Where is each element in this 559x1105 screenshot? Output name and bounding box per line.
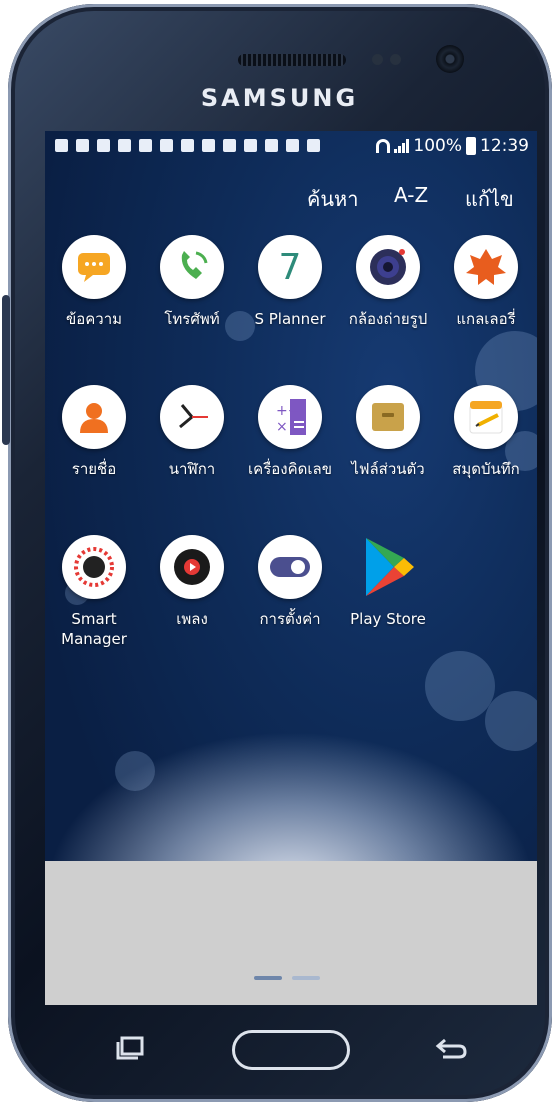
back-icon[interactable] (433, 1035, 469, 1061)
mail-icon (244, 139, 257, 152)
app-messages[interactable]: ข้อความ (45, 235, 143, 329)
app-calendar[interactable]: 7 S Planner (241, 235, 339, 329)
page-dot (292, 976, 320, 980)
app-label: S Planner (254, 310, 326, 328)
volume-button (2, 295, 10, 445)
gallery-icon (76, 139, 89, 152)
phone-icon (160, 235, 224, 299)
app-play-store[interactable]: Play Store (339, 535, 437, 629)
app-label: เพลง (176, 610, 208, 628)
app-smart-manager[interactable]: Smart Manager (45, 535, 143, 649)
music-icon (160, 535, 224, 599)
app-label: นาฬิกา (168, 460, 216, 478)
app-icon (160, 139, 173, 152)
person-icon (118, 139, 131, 152)
app-label: รายชื่อ (71, 460, 117, 478)
clock-icon (160, 385, 224, 449)
battery-percent: 100% (413, 136, 462, 156)
svg-text:×: × (276, 419, 288, 435)
app-label: เครื่องคิดเลข (248, 460, 332, 478)
app-label: Smart Manager (61, 610, 127, 648)
signal-icon (394, 139, 410, 153)
edit-button[interactable]: แก้ไข (465, 183, 514, 215)
app-phone[interactable]: โทรศัพท์ (143, 235, 241, 329)
app-settings[interactable]: การตั้งค่า (241, 535, 339, 629)
sort-az-button[interactable]: A-Z (394, 183, 428, 207)
app-label: Play Store (350, 610, 426, 628)
svg-text:+−: +− (276, 403, 299, 419)
grid-icon (223, 139, 236, 152)
battery-icon (466, 137, 476, 155)
app-icon (202, 139, 215, 152)
app-label: กล้องถ่ายรูป (348, 310, 428, 328)
camera-icon (356, 235, 420, 299)
earpiece-speaker (238, 54, 346, 66)
app-contacts[interactable]: รายชื่อ (45, 385, 143, 479)
wifi-icon (376, 139, 391, 153)
app-clock[interactable]: นาฬิกา (143, 385, 241, 479)
app-memo[interactable]: สมุดบันทึก (437, 385, 535, 479)
proximity-sensor (372, 54, 383, 65)
gallery-icon (454, 235, 518, 299)
home-button[interactable] (232, 1030, 350, 1070)
contacts-icon (62, 385, 126, 449)
smart-manager-icon (62, 535, 126, 599)
settings-icon (258, 535, 322, 599)
app-folder[interactable]: ไฟล์ส่วนตัว (339, 385, 437, 479)
memo-icon (454, 385, 518, 449)
app-label: การตั้งค่า (259, 610, 321, 628)
messages-icon (62, 235, 126, 299)
shopping-bag-icon (286, 139, 299, 152)
calendar-icon: 7 (258, 235, 322, 299)
app-label: ไฟล์ส่วนตัว (351, 460, 425, 478)
page-indicator (254, 976, 320, 980)
front-camera (436, 45, 464, 73)
app-calculator[interactable]: +− × เครื่องคิดเลข (241, 385, 339, 479)
app-label: แกลเลอรี่ (456, 310, 516, 328)
app-label: ข้อความ (65, 310, 123, 328)
home-screen: 100% 12:39 ค้นหา A-Z แก้ไข ข้อความ โทรศัพ… (45, 131, 537, 1005)
search-button[interactable]: ค้นหา (307, 183, 358, 215)
folder-icon (356, 385, 420, 449)
status-bar[interactable]: 100% 12:39 (45, 131, 537, 161)
drive-icon (265, 139, 278, 152)
app-music[interactable]: เพลง (143, 535, 241, 629)
app-icon (181, 139, 194, 152)
app-gallery[interactable]: แกลเลอรี่ (437, 235, 535, 329)
play-store-icon (356, 535, 420, 599)
page-dot-active (254, 976, 282, 980)
app-label: โทรศัพท์ (164, 310, 220, 328)
app-camera[interactable]: กล้องถ่ายรูป (339, 235, 437, 329)
shopping-bag-icon (307, 139, 320, 152)
calculator-icon: +− × (258, 385, 322, 449)
gallery-icon (97, 139, 110, 152)
brand-logo: SAMSUNG (200, 84, 359, 112)
message-icon (55, 139, 68, 152)
snow-ground (45, 861, 537, 1005)
app-label: สมุดบันทึก (452, 460, 520, 478)
image-icon (139, 139, 152, 152)
clock-time: 12:39 (480, 136, 529, 156)
light-sensor (390, 54, 401, 65)
recent-apps-icon[interactable] (115, 1035, 147, 1061)
